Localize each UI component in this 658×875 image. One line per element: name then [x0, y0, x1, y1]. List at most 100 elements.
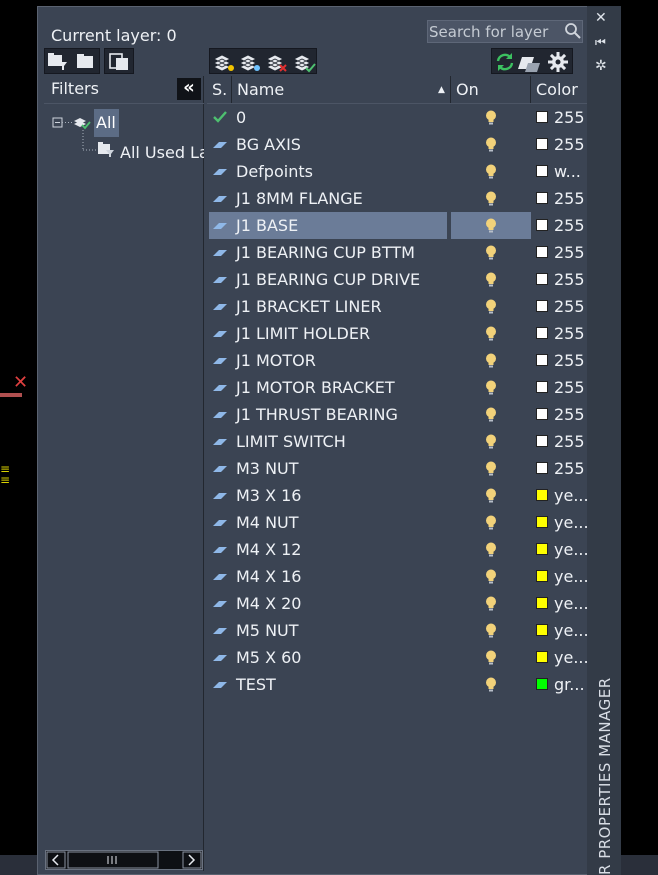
autohide-icon[interactable]: ⏮	[595, 35, 606, 49]
layer-row[interactable]: M5 NUT ye...	[207, 617, 587, 644]
layer-color-name[interactable]: 255	[554, 374, 587, 401]
layer-name[interactable]: J1 LIMIT HOLDER	[236, 320, 370, 347]
layer-color-name[interactable]: 255	[554, 455, 587, 482]
layer-name[interactable]: M5 X 60	[236, 644, 301, 671]
layer-name[interactable]: J1 8MM FLANGE	[236, 185, 363, 212]
lightbulb-on-icon[interactable]	[484, 514, 498, 532]
color-swatch[interactable]	[536, 651, 548, 663]
layer-color-name[interactable]: 255	[554, 185, 587, 212]
layer-name[interactable]: BG AXIS	[236, 131, 301, 158]
layer-name[interactable]: M4 X 16	[236, 563, 301, 590]
layer-color-name[interactable]: ye...	[554, 617, 587, 644]
layer-color-name[interactable]: 255	[554, 293, 587, 320]
color-swatch[interactable]	[536, 165, 548, 177]
layer-row[interactable]: 0 255	[207, 104, 587, 131]
layer-row[interactable]: J1 MOTOR BRACKET 255	[207, 374, 587, 401]
layer-states-icon[interactable]	[105, 49, 135, 75]
column-header-color[interactable]: Color	[531, 76, 587, 104]
lightbulb-on-icon[interactable]	[484, 541, 498, 559]
new-layer-icon[interactable]	[213, 54, 234, 72]
lightbulb-on-icon[interactable]	[484, 163, 498, 181]
layer-name[interactable]: LIMIT SWITCH	[236, 428, 346, 455]
color-swatch[interactable]	[536, 597, 548, 609]
layer-color-name[interactable]: gr...	[554, 671, 587, 698]
layer-row[interactable]: J1 BASE 255	[207, 212, 587, 239]
color-swatch[interactable]	[536, 138, 548, 150]
settings-gear-icon[interactable]	[548, 52, 568, 72]
layer-name[interactable]: J1 BASE	[236, 212, 298, 239]
color-swatch[interactable]	[536, 300, 548, 312]
layer-color-name[interactable]: ye...	[554, 590, 587, 617]
layer-name[interactable]: M3 X 16	[236, 482, 301, 509]
color-swatch[interactable]	[536, 219, 548, 231]
lightbulb-on-icon[interactable]	[484, 649, 498, 667]
color-swatch[interactable]	[536, 354, 548, 366]
color-swatch[interactable]	[536, 327, 548, 339]
new-property-filter-icon[interactable]	[48, 53, 67, 70]
lightbulb-on-icon[interactable]	[484, 109, 498, 127]
layer-row[interactable]: M4 NUT ye...	[207, 509, 587, 536]
layer-color-name[interactable]: 255	[554, 401, 587, 428]
lightbulb-on-icon[interactable]	[484, 568, 498, 586]
color-swatch[interactable]	[536, 462, 548, 474]
layer-color-name[interactable]: ye...	[554, 563, 587, 590]
lightbulb-on-icon[interactable]	[484, 379, 498, 397]
lightbulb-on-icon[interactable]	[484, 271, 498, 289]
refresh-icon[interactable]	[496, 53, 514, 71]
color-swatch[interactable]	[536, 543, 548, 555]
lightbulb-on-icon[interactable]	[484, 217, 498, 235]
lightbulb-on-icon[interactable]	[484, 190, 498, 208]
collapse-filters-button[interactable]: «	[177, 78, 201, 100]
layer-search-box[interactable]	[427, 20, 583, 43]
color-swatch[interactable]	[536, 678, 548, 690]
layer-color-name[interactable]: 255	[554, 212, 587, 239]
layer-name[interactable]: M5 NUT	[236, 617, 299, 644]
color-swatch[interactable]	[536, 273, 548, 285]
lightbulb-on-icon[interactable]	[484, 325, 498, 343]
new-group-filter-icon[interactable]	[77, 54, 93, 68]
layer-name[interactable]: J1 BEARING CUP DRIVE	[236, 266, 420, 293]
column-header-name[interactable]: Name ▲	[232, 76, 451, 104]
layer-row[interactable]: M4 X 16 ye...	[207, 563, 587, 590]
search-input[interactable]	[428, 21, 561, 42]
color-swatch[interactable]	[536, 516, 548, 528]
color-swatch[interactable]	[536, 111, 548, 123]
layer-name[interactable]: J1 MOTOR BRACKET	[236, 374, 395, 401]
lightbulb-on-icon[interactable]	[484, 676, 498, 694]
layer-color-name[interactable]: 255	[554, 320, 587, 347]
color-swatch[interactable]	[536, 489, 548, 501]
layer-name[interactable]: J1 MOTOR	[236, 347, 316, 374]
lightbulb-on-icon[interactable]	[484, 595, 498, 613]
layer-row[interactable]: M5 X 60 ye...	[207, 644, 587, 671]
layer-name[interactable]: M4 X 12	[236, 536, 301, 563]
set-current-icon[interactable]	[293, 54, 316, 73]
layer-row[interactable]: J1 MOTOR 255	[207, 347, 587, 374]
layer-name[interactable]: Defpoints	[236, 158, 313, 185]
lightbulb-on-icon[interactable]	[484, 622, 498, 640]
layer-color-name[interactable]: ye...	[554, 482, 587, 509]
lightbulb-on-icon[interactable]	[484, 136, 498, 154]
search-icon[interactable]	[564, 22, 582, 40]
layer-name[interactable]: J1 BRACKET LINER	[236, 293, 382, 320]
layer-name[interactable]: J1 BEARING CUP BTTM	[236, 239, 415, 266]
lightbulb-on-icon[interactable]	[484, 244, 498, 262]
color-swatch[interactable]	[536, 381, 548, 393]
lightbulb-on-icon[interactable]	[484, 460, 498, 478]
lightbulb-on-icon[interactable]	[484, 433, 498, 451]
layer-name[interactable]: M4 X 20	[236, 590, 301, 617]
color-swatch[interactable]	[536, 192, 548, 204]
layer-color-name[interactable]: ye...	[554, 644, 587, 671]
layer-row[interactable]: J1 8MM FLANGE 255	[207, 185, 587, 212]
layer-row[interactable]: J1 LIMIT HOLDER 255	[207, 320, 587, 347]
column-header-on[interactable]: On	[451, 76, 531, 104]
layer-color-name[interactable]: 255	[554, 104, 587, 131]
layer-states-button[interactable]	[104, 48, 134, 74]
layer-name[interactable]: TEST	[236, 671, 276, 698]
layer-name[interactable]: 0	[236, 104, 246, 131]
layer-row[interactable]: M3 NUT 255	[207, 455, 587, 482]
layer-row[interactable]: M4 X 12 ye...	[207, 536, 587, 563]
layer-row[interactable]: M4 X 20 ye...	[207, 590, 587, 617]
layer-color-name[interactable]: 255	[554, 428, 587, 455]
lightbulb-on-icon[interactable]	[484, 487, 498, 505]
column-header-status[interactable]: S.	[207, 76, 232, 104]
